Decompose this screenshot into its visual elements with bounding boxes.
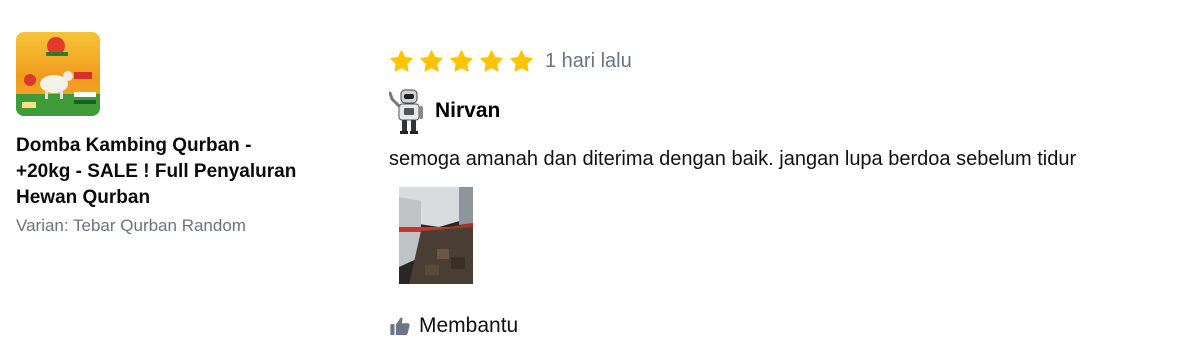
review-card: Domba Kambing Qurban - +20kg - SALE ! Fu…: [0, 0, 1198, 356]
avatar[interactable]: [389, 87, 429, 135]
rating-row: 1 hari lalu: [389, 46, 1189, 76]
reviewer-name: Nirvan: [435, 99, 501, 122]
product-name[interactable]: Domba Kambing Qurban - +20kg - SALE ! Fu…: [16, 133, 306, 211]
star-icon: [420, 49, 443, 72]
product-thumbnail[interactable]: [16, 32, 100, 116]
star-rating: [389, 49, 534, 74]
product-variant: Varian: Tebar Qurban Random: [16, 216, 246, 235]
thumbs-up-icon: [390, 317, 410, 336]
helpful-button[interactable]: Membantu: [389, 312, 518, 340]
star-icon: [510, 49, 533, 72]
star-icon: [450, 49, 473, 72]
star-icon: [390, 49, 413, 72]
review-photo[interactable]: [399, 187, 473, 284]
product-info: Domba Kambing Qurban - +20kg - SALE ! Fu…: [16, 32, 316, 237]
star-icon: [480, 49, 503, 72]
review-text: semoga amanah dan diterima dengan baik. …: [389, 148, 1077, 170]
reviewer: Nirvan: [389, 86, 1189, 136]
helpful-label: Membantu: [419, 314, 519, 337]
review-body: 1 hari lalu Nirvan semoga amanah dan dit…: [389, 46, 1189, 284]
review-time: 1 hari lalu: [545, 50, 632, 72]
